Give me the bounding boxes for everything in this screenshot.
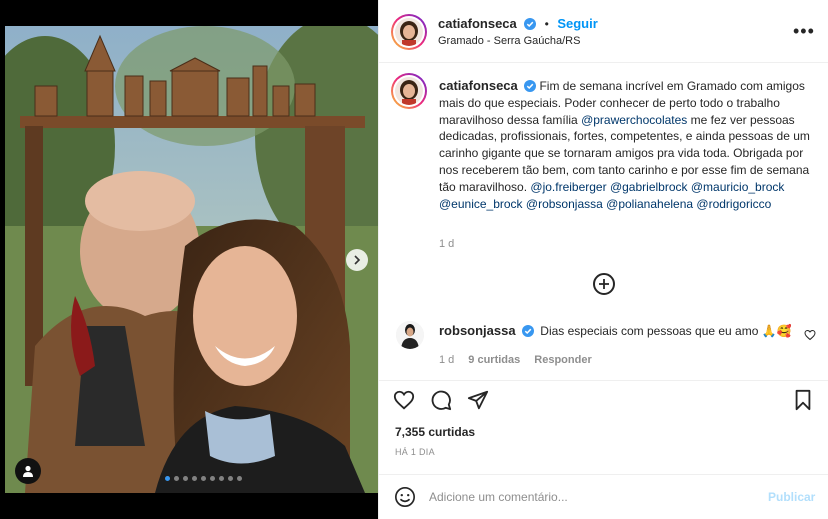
mention-link[interactable]: @gabrielbrock [610,180,688,194]
comment-like-icon[interactable] [804,329,816,341]
comment-input[interactable] [429,487,749,507]
mention-link[interactable]: @robsonjassa [526,197,603,211]
publish-button[interactable]: Publicar [768,490,815,504]
comment: robsonjassa Dias especiais com pessoas q… [439,323,792,338]
mention-link[interactable]: @polianahelena [606,197,693,211]
action-bar [379,380,828,416]
load-more-comments-button[interactable] [593,273,615,295]
comment-time[interactable]: 1 d [439,354,454,366]
comment-icon[interactable] [430,389,452,411]
carousel-dot [201,476,206,481]
commenter-avatar[interactable] [396,321,424,349]
likes-count[interactable]: 7,355 curtidas [395,425,475,439]
mention-link[interactable]: @mauricio_brock [691,180,785,194]
carousel-dot [228,476,233,481]
mention-link[interactable]: @jo.freiberger [530,180,606,194]
post-media[interactable] [5,0,378,519]
heart-icon[interactable] [393,389,415,411]
carousel-indicator [165,476,242,481]
post-location[interactable]: Gramado - Serra Gaúcha/RS [438,35,580,47]
carousel-dot [192,476,197,481]
mention-link[interactable]: @prawerchocolates [581,113,687,127]
carousel-dot [174,476,179,481]
verified-badge-icon [524,80,537,92]
follow-button[interactable]: Seguir [557,16,597,31]
instagram-post-modal: catiafonseca • Seguir Gramado - Serra Ga… [0,0,828,519]
mention-link[interactable]: @rodrigoricco [696,197,771,211]
post-age[interactable]: HÁ 1 DIA [395,447,435,457]
carousel-dot [219,476,224,481]
separator-dot: • [544,17,549,31]
more-options-button[interactable]: ••• [793,22,815,40]
post-details-panel: catiafonseca • Seguir Gramado - Serra Ga… [378,0,828,519]
chevron-right-icon [354,255,361,265]
post-header: catiafonseca • Seguir Gramado - Serra Ga… [379,0,828,63]
user-tag-icon [23,465,33,477]
share-icon[interactable] [467,389,489,411]
post-caption: catiafonseca Fim de semana incrível em G… [439,78,819,212]
caption-timestamp[interactable]: 1 d [439,238,454,250]
reply-button[interactable]: Responder [534,354,591,366]
bookmark-icon[interactable] [793,389,813,411]
author-username[interactable]: catiafonseca [438,16,517,31]
author-avatar[interactable] [393,16,425,48]
caption-username[interactable]: catiafonseca [439,78,518,93]
caption-author-avatar[interactable] [393,75,425,107]
carousel-dot [165,476,170,481]
load-more-icon [599,279,609,289]
carousel-dot [237,476,242,481]
emoji-icon[interactable] [394,486,416,508]
comment-meta: 1 d 9 curtidas Responder [439,354,592,366]
carousel-dot [183,476,188,481]
comment-text: Dias especiais com pessoas que eu amo 🙏🥰 [540,324,792,338]
post-photo[interactable] [5,26,378,493]
commenter-username[interactable]: robsonjassa [439,323,516,338]
add-comment-bar: Publicar [379,474,828,519]
comment-likes[interactable]: 9 curtidas [468,354,520,366]
next-photo-button[interactable] [346,249,368,271]
carousel-dot [210,476,215,481]
verified-badge-icon [524,18,537,30]
mention-link[interactable]: @eunice_brock [439,197,523,211]
user-tag-button[interactable] [15,458,41,484]
verified-badge-icon [521,325,534,337]
